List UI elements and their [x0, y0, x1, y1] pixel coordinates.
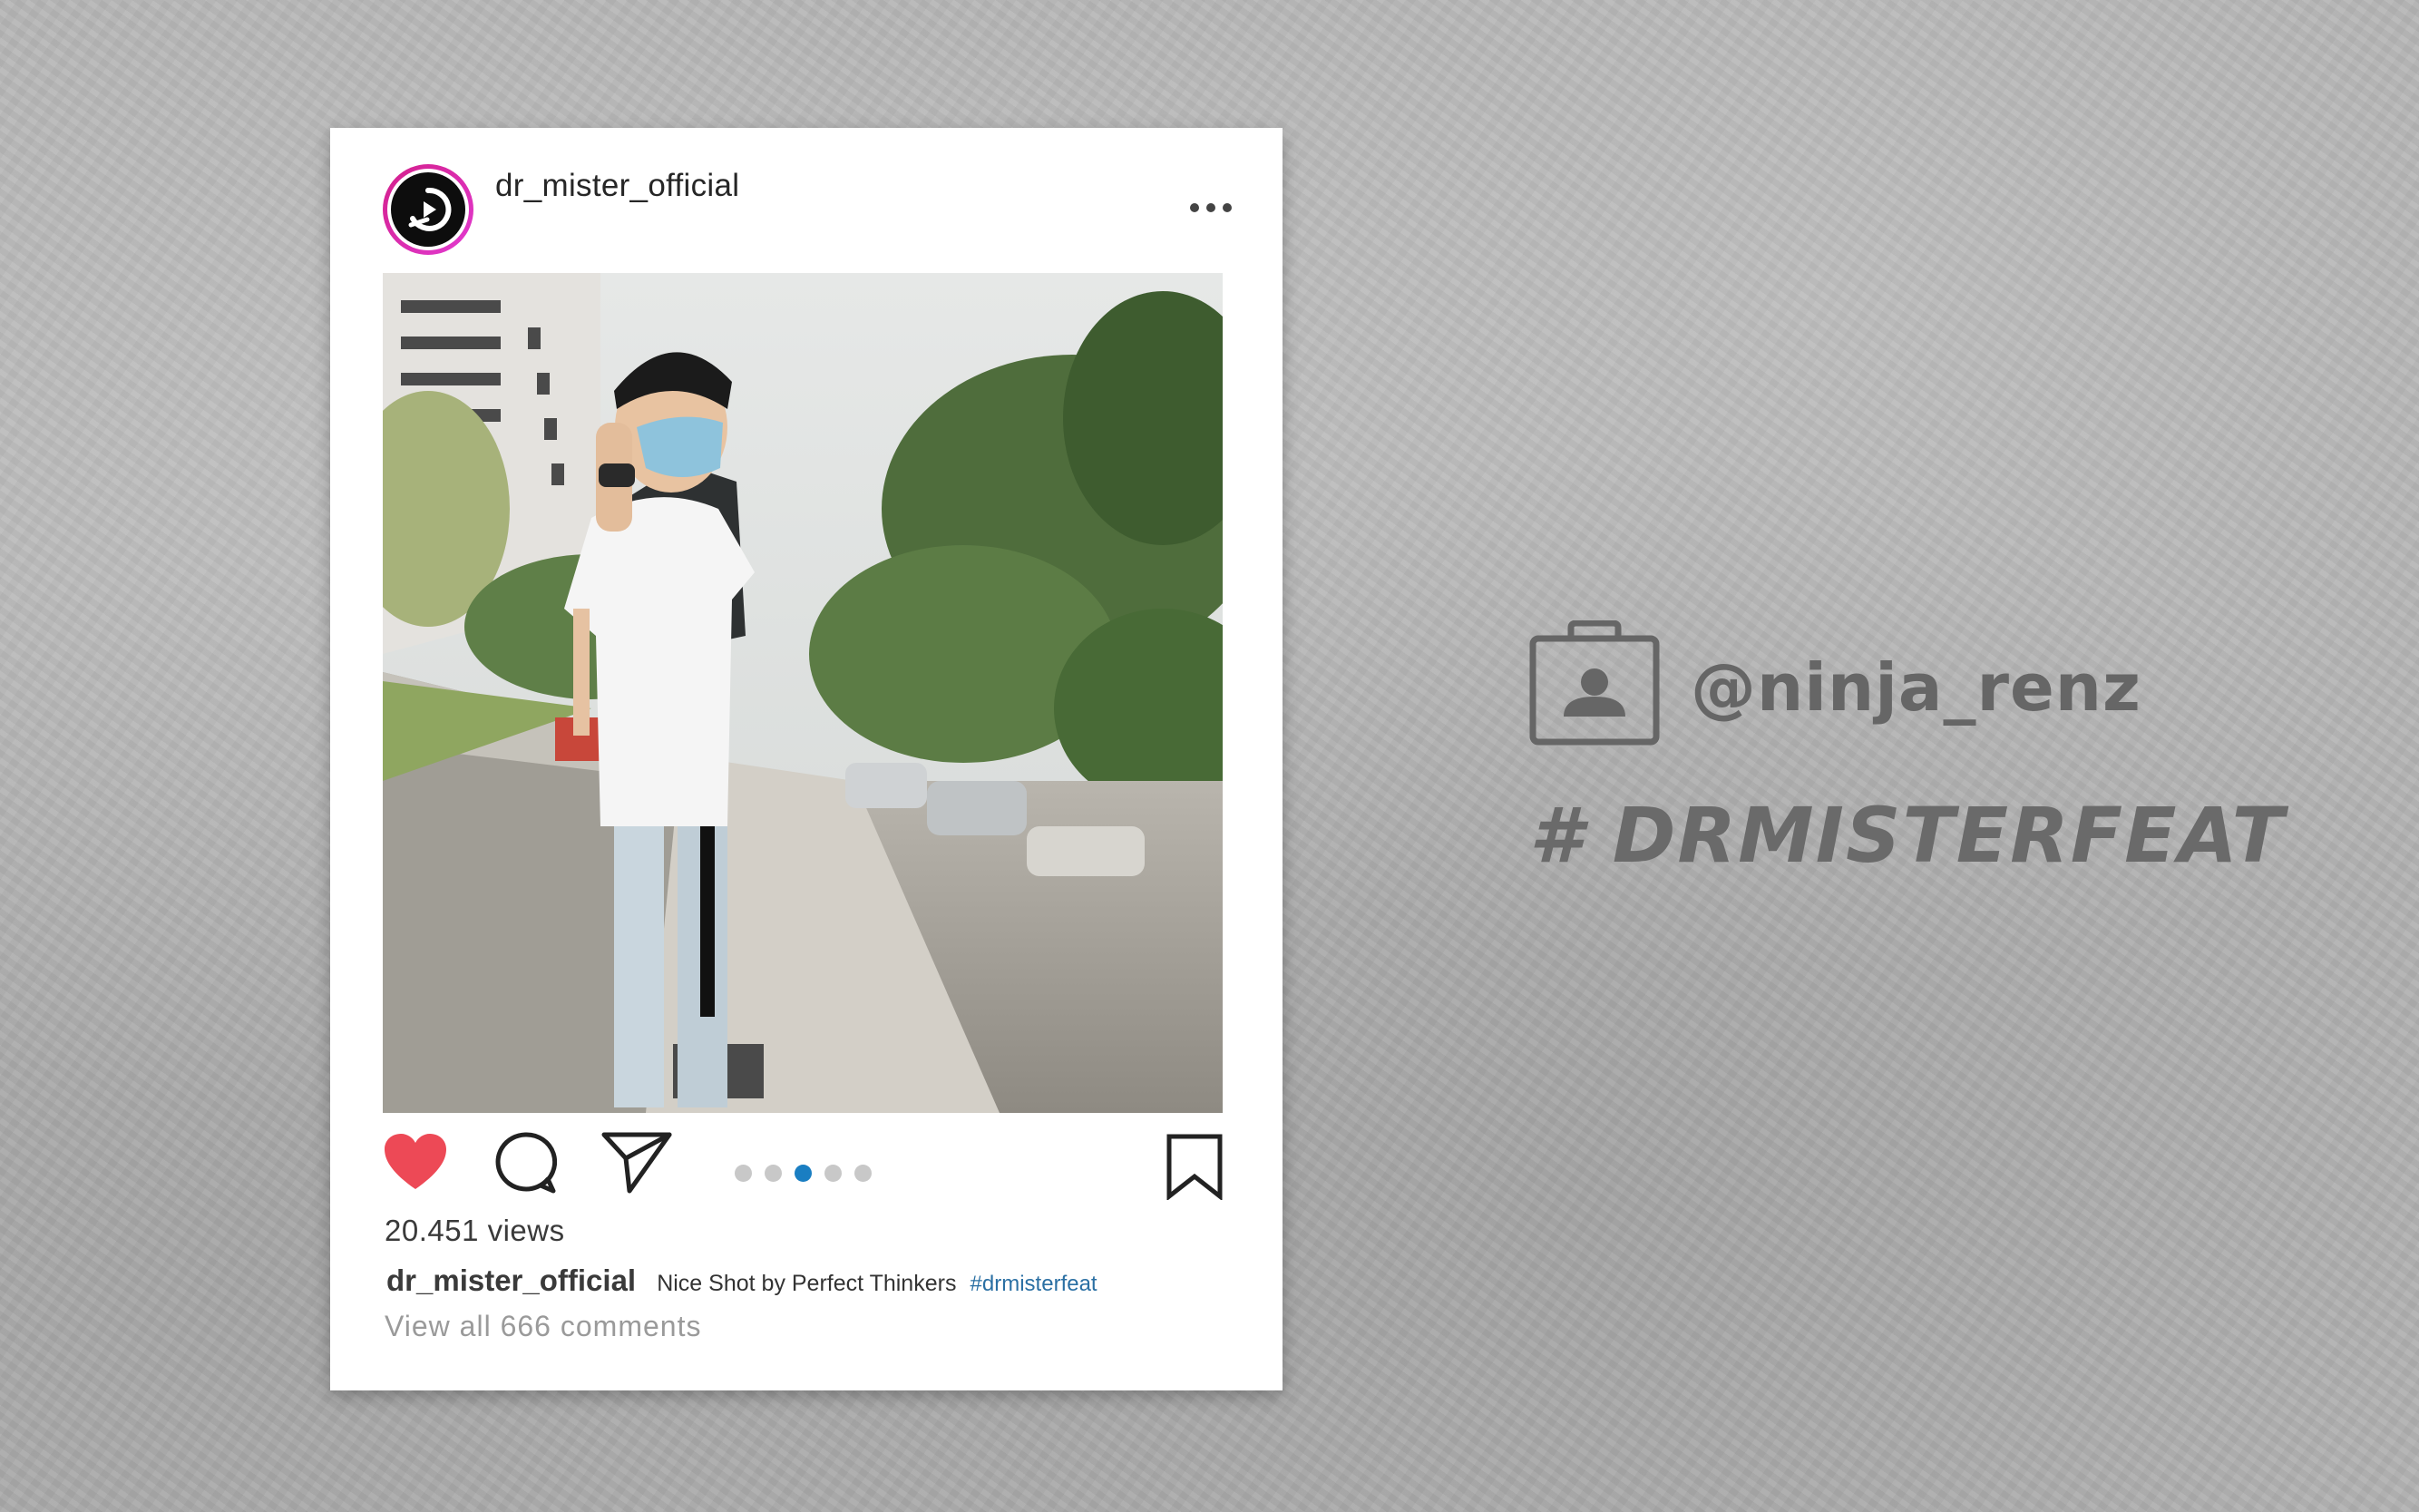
paper-plane-icon[interactable]: [600, 1129, 673, 1195]
carousel-dot[interactable]: [765, 1165, 782, 1182]
logo-icon: [391, 172, 465, 247]
caption-username[interactable]: dr_mister_official: [386, 1263, 636, 1297]
post-photo[interactable]: [383, 273, 1223, 1113]
bookmark-icon[interactable]: [1165, 1133, 1224, 1200]
comment-bubble-icon[interactable]: [493, 1131, 557, 1195]
carousel-dot[interactable]: [735, 1165, 752, 1182]
credit-handle: @ninja_renz: [1691, 649, 2141, 726]
instagram-post-card: dr_mister_official 20.451 views dr_miste…: [330, 128, 1283, 1390]
credit-hashtag: # DRMISTERFEAT: [1529, 791, 2286, 880]
id-badge-icon: [1529, 620, 1660, 746]
caption-text: Nice Shot by Perfect Thinkers: [657, 1271, 957, 1296]
carousel-dot[interactable]: [824, 1165, 842, 1182]
view-comments-link[interactable]: View all 666 comments: [385, 1310, 701, 1343]
post-username[interactable]: dr_mister_official: [495, 168, 739, 204]
post-caption: dr_mister_official Nice Shot by Perfect …: [386, 1263, 1097, 1298]
more-horizontal-icon[interactable]: [1188, 200, 1234, 215]
carousel-dot[interactable]: [854, 1165, 872, 1182]
heart-icon[interactable]: [383, 1133, 448, 1191]
avatar[interactable]: [383, 164, 473, 255]
carousel-dot-active[interactable]: [795, 1165, 812, 1182]
carousel-indicator: [735, 1165, 872, 1182]
view-count: 20.451 views: [385, 1214, 565, 1247]
caption-hashtag-link[interactable]: #drmisterfeat: [971, 1272, 1097, 1296]
